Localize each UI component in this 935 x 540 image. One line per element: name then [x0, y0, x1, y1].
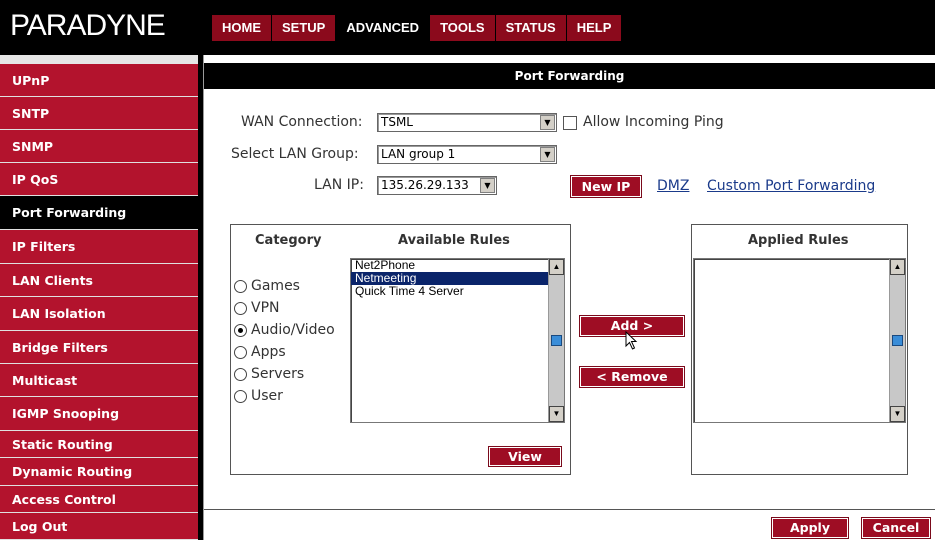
category-label: Games: [251, 278, 300, 294]
apply-button[interactable]: Apply: [772, 518, 848, 538]
scroll-thumb[interactable]: [892, 335, 903, 346]
sidebar-item-sntp[interactable]: SNTP: [0, 97, 198, 130]
radio-button[interactable]: [234, 279, 247, 293]
tab-status[interactable]: STATUS: [495, 15, 566, 41]
lan-group-value: LAN group 1: [381, 147, 456, 161]
view-button[interactable]: View: [489, 447, 561, 466]
scroll-thumb[interactable]: [551, 335, 562, 346]
radio-button[interactable]: [234, 345, 247, 359]
paradyne-logo: PARADYNE: [10, 9, 166, 42]
scroll-up-icon[interactable]: ▲: [549, 259, 564, 275]
lan-ip-select[interactable]: 135.26.29.133 ▼: [377, 176, 497, 195]
sidebar-divider-line: [203, 55, 204, 540]
tab-tools[interactable]: TOOLS: [430, 15, 495, 41]
sidebar-item-multicast[interactable]: Multicast: [0, 364, 198, 397]
list-item[interactable]: Quick Time 4 Server: [351, 285, 564, 298]
scroll-up-icon[interactable]: ▲: [890, 259, 905, 275]
cancel-button[interactable]: Cancel: [862, 518, 930, 538]
dmz-link[interactable]: DMZ: [657, 178, 689, 194]
category-user[interactable]: User: [234, 388, 283, 404]
radio-button-selected[interactable]: [234, 323, 247, 337]
wan-connection-value: TSML: [381, 115, 413, 129]
chevron-down-icon: ▼: [540, 147, 555, 162]
available-rules-header: Available Rules: [398, 233, 510, 248]
sidebar-item-dynamic-routing[interactable]: Dynamic Routing: [0, 458, 198, 486]
category-label: Servers: [251, 366, 305, 382]
mouse-pointer-icon: [625, 331, 638, 350]
category-games[interactable]: Games: [234, 278, 300, 294]
page-title: Port Forwarding: [204, 63, 935, 89]
category-label: VPN: [251, 300, 280, 316]
sidebar-item-access-control[interactable]: Access Control: [0, 486, 198, 513]
main-nav: HOME SETUP ADVANCED TOOLS STATUS HELP: [212, 15, 622, 41]
lan-ip-label: LAN IP:: [314, 177, 364, 193]
tab-home[interactable]: HOME: [212, 15, 271, 41]
sidebar-item-lan-clients[interactable]: LAN Clients: [0, 264, 198, 297]
sidebar-item-ip-filters[interactable]: IP Filters: [0, 230, 198, 264]
sidebar-item-ip-qos[interactable]: IP QoS: [0, 163, 198, 196]
scrollbar[interactable]: ▲ ▼: [889, 259, 905, 422]
sidebar-item-upnp[interactable]: UPnP: [0, 64, 198, 97]
lan-ip-value: 135.26.29.133: [381, 178, 469, 192]
category-label: Audio/Video: [251, 322, 335, 338]
wan-connection-label: WAN Connection:: [241, 114, 363, 130]
allow-ping-label: Allow Incoming Ping: [583, 114, 724, 130]
footer-divider: [204, 509, 935, 510]
top-bar: PARADYNE HOME SETUP ADVANCED TOOLS STATU…: [0, 0, 935, 55]
tab-setup[interactable]: SETUP: [272, 15, 336, 41]
new-ip-button[interactable]: New IP: [571, 176, 641, 197]
category-label: Apps: [251, 344, 286, 360]
sidebar-item-bridge-filters[interactable]: Bridge Filters: [0, 331, 198, 364]
scroll-down-icon[interactable]: ▼: [890, 406, 905, 422]
category-vpn[interactable]: VPN: [234, 300, 280, 316]
wan-connection-select[interactable]: TSML ▼: [377, 113, 557, 132]
scrollbar[interactable]: ▲ ▼: [548, 259, 564, 422]
remove-button[interactable]: < Remove: [580, 367, 684, 387]
chevron-down-icon: ▼: [540, 115, 555, 130]
radio-button[interactable]: [234, 367, 247, 381]
sidebar-item-snmp[interactable]: SNMP: [0, 130, 198, 163]
radio-button[interactable]: [234, 389, 247, 403]
chevron-down-icon: ▼: [480, 178, 495, 193]
sidebar-item-igmp-snooping[interactable]: IGMP Snooping: [0, 397, 198, 431]
sidebar-item-port-forwarding[interactable]: Port Forwarding: [0, 196, 198, 230]
sidebar-item-lan-isolation[interactable]: LAN Isolation: [0, 297, 198, 331]
lan-group-select[interactable]: LAN group 1 ▼: [377, 145, 557, 164]
available-rules-list[interactable]: Net2Phone Netmeeting Quick Time 4 Server…: [350, 258, 565, 423]
applied-rules-header: Applied Rules: [748, 233, 849, 248]
category-header: Category: [255, 233, 322, 248]
category-apps[interactable]: Apps: [234, 344, 286, 360]
sidebar-item-static-routing[interactable]: Static Routing: [0, 431, 198, 458]
sidebar: UPnP SNTP SNMP IP QoS Port Forwarding IP…: [0, 55, 198, 540]
lan-group-label: Select LAN Group:: [231, 146, 359, 162]
applied-rules-list[interactable]: ▲ ▼: [693, 258, 906, 423]
tab-help[interactable]: HELP: [566, 15, 622, 41]
allow-ping-checkbox[interactable]: [563, 116, 577, 130]
category-servers[interactable]: Servers: [234, 366, 304, 382]
category-label: User: [251, 388, 283, 404]
custom-port-forwarding-link[interactable]: Custom Port Forwarding: [707, 178, 875, 194]
scroll-down-icon[interactable]: ▼: [549, 406, 564, 422]
radio-button[interactable]: [234, 301, 247, 315]
category-audio-video[interactable]: Audio/Video: [234, 322, 335, 338]
tab-advanced[interactable]: ADVANCED: [336, 15, 430, 41]
sidebar-item-log-out[interactable]: Log Out: [0, 513, 198, 540]
